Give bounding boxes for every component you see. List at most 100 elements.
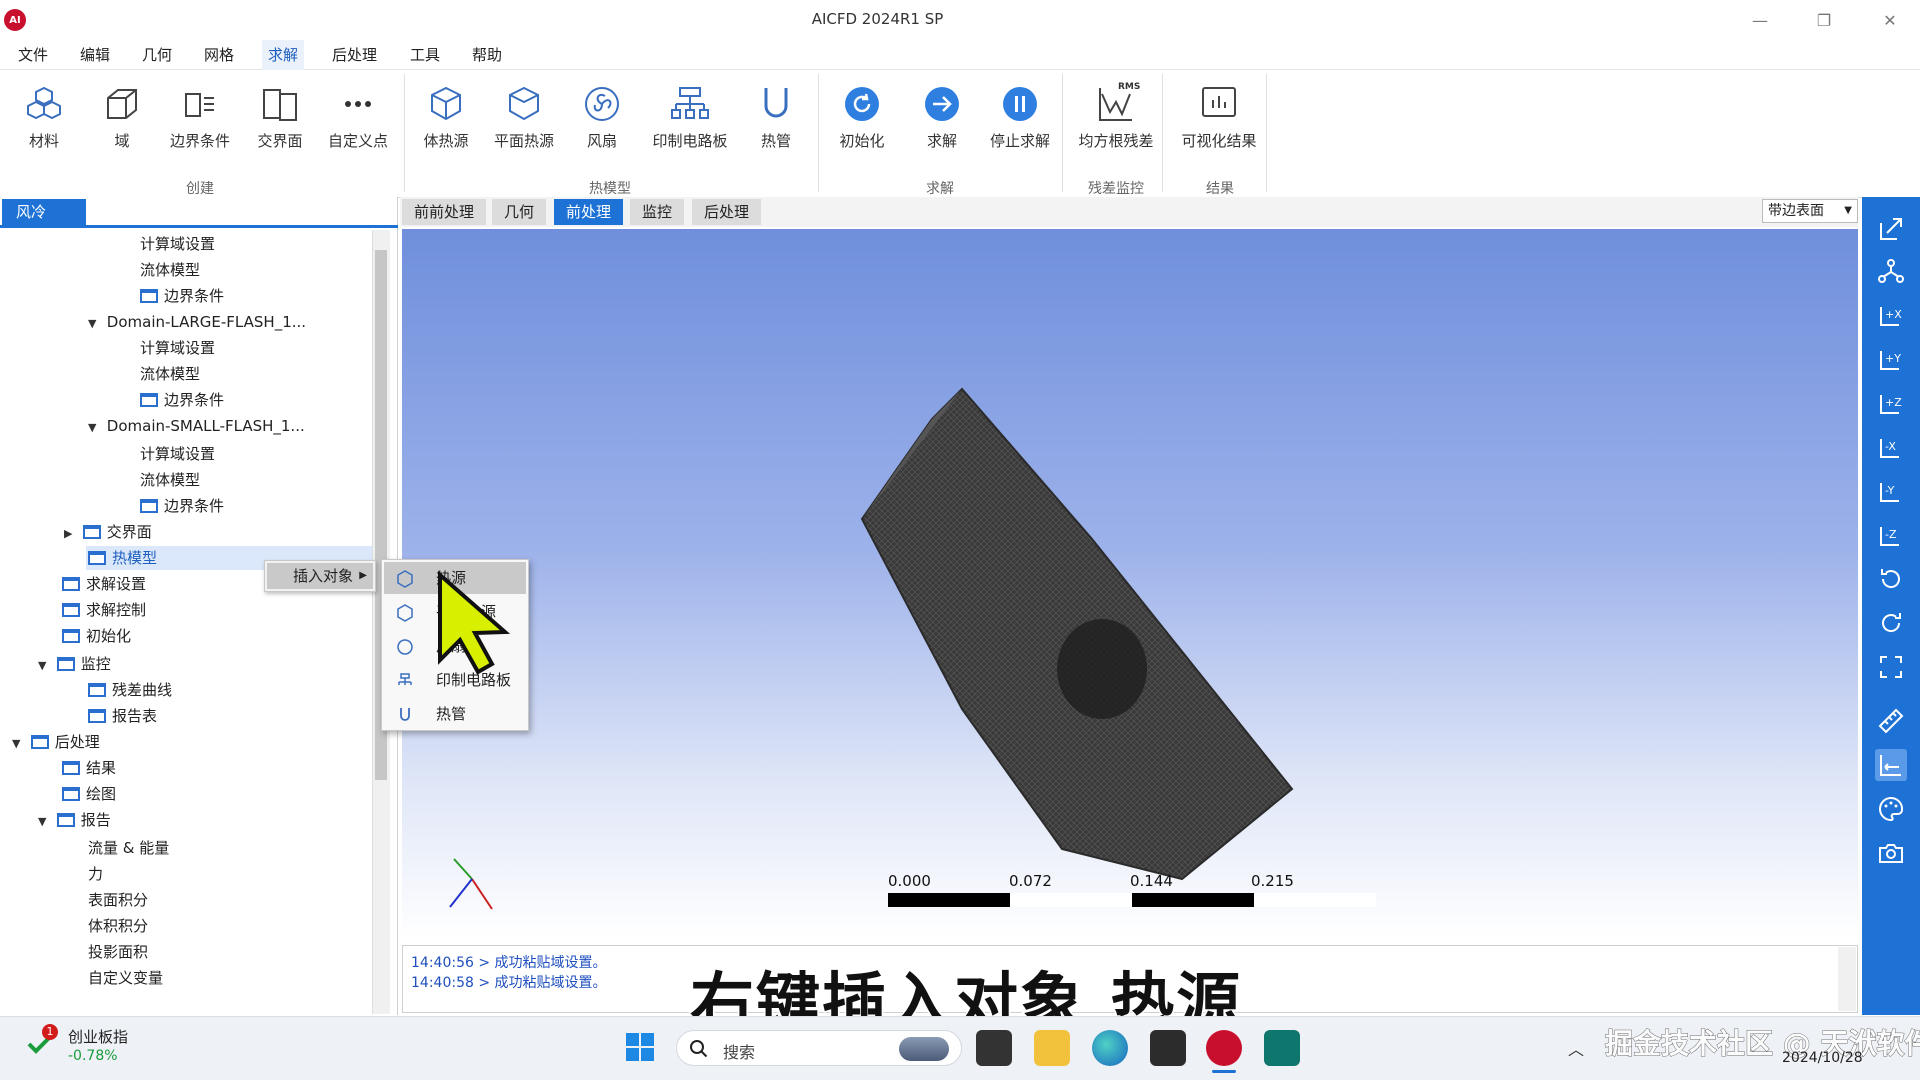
caret-down-icon[interactable]: ▼ xyxy=(38,654,52,678)
menu-tools[interactable]: 工具 xyxy=(404,40,446,70)
tree-item[interactable]: 结果 xyxy=(62,756,116,780)
tree-item-postprocess[interactable]: ▼ 后处理 xyxy=(12,730,100,754)
close-button[interactable]: ✕ xyxy=(1870,6,1910,34)
windows-start-icon[interactable] xyxy=(624,1031,656,1063)
solve-button[interactable]: 求解 xyxy=(904,74,980,164)
tree-item[interactable]: 绘图 xyxy=(62,782,116,806)
tree-item-monitor[interactable]: ▼ 监控 xyxy=(38,652,111,676)
caret-right-icon[interactable]: ▶ xyxy=(64,522,78,546)
menu-geometry[interactable]: 几何 xyxy=(136,40,178,70)
3d-viewport[interactable] xyxy=(402,229,1858,939)
terminal-app-icon[interactable] xyxy=(1264,1030,1300,1066)
restore-button[interactable]: ❐ xyxy=(1804,6,1844,34)
boundary-condition-button[interactable]: 边界条件 xyxy=(162,74,238,164)
ruler-icon[interactable] xyxy=(1875,705,1907,737)
chevron-up-icon[interactable]: ︿ xyxy=(1568,1036,1584,1060)
tree-item[interactable]: 体积积分 xyxy=(88,914,148,938)
fullscreen-icon[interactable] xyxy=(1875,651,1907,683)
cube-icon xyxy=(397,570,413,588)
app-icon[interactable] xyxy=(1150,1030,1186,1066)
tree-item[interactable]: 流体模型 xyxy=(140,468,200,492)
tree-item[interactable]: 流体模型 xyxy=(140,362,200,386)
material-button[interactable]: 材料 xyxy=(6,74,82,164)
view-plus-x-icon[interactable]: +X xyxy=(1875,299,1907,331)
visualize-results-button[interactable]: 可视化结果 xyxy=(1176,74,1262,164)
tree-item[interactable]: 边界条件 xyxy=(140,494,224,518)
menu-postprocess[interactable]: 后处理 xyxy=(326,40,383,70)
menu-solve[interactable]: 求解 xyxy=(262,40,305,70)
tab-air-cooling[interactable]: 风冷 xyxy=(2,199,86,225)
stop-solve-button[interactable]: 停止求解 xyxy=(982,74,1058,164)
tree-item[interactable]: 表面积分 xyxy=(88,888,148,912)
view-minus-x-icon[interactable]: -X xyxy=(1875,431,1907,463)
rms-residual-button[interactable]: RMS 均方根残差 xyxy=(1076,74,1156,164)
tree-item[interactable]: 力 xyxy=(88,862,103,886)
view-plus-y-icon[interactable]: +Y xyxy=(1875,343,1907,375)
node-tree-icon[interactable] xyxy=(1875,255,1907,287)
view-minus-y-icon[interactable]: -Y xyxy=(1875,475,1907,507)
domain-button[interactable]: 域 xyxy=(84,74,160,164)
tree-item[interactable]: 报告表 xyxy=(88,704,157,728)
palette-icon[interactable] xyxy=(1875,793,1907,825)
tree-item[interactable]: 投影面积 xyxy=(88,940,148,964)
file-explorer-icon[interactable] xyxy=(1034,1030,1070,1066)
tree-item[interactable]: 残差曲线 xyxy=(88,678,172,702)
heat-pipe-button[interactable]: 热管 xyxy=(738,74,814,164)
view-minus-z-icon[interactable]: -Z xyxy=(1875,519,1907,551)
tree-item[interactable]: 计算域设置 xyxy=(140,442,215,466)
menu-file[interactable]: 文件 xyxy=(12,40,54,70)
menu-mesh[interactable]: 网格 xyxy=(198,40,240,70)
aicfd-app-icon[interactable] xyxy=(1206,1030,1242,1066)
tree-item[interactable]: 求解控制 xyxy=(62,598,146,622)
tree-item-domain[interactable]: ▼ Domain-SMALL-FLASH_1... xyxy=(88,414,305,438)
edge-browser-icon[interactable] xyxy=(1092,1030,1128,1066)
tree-item[interactable]: 计算域设置 xyxy=(140,232,215,256)
stock-widget-icon[interactable]: 1 xyxy=(26,1024,58,1058)
caret-down-icon[interactable]: ▼ xyxy=(38,810,52,834)
taskbar-search[interactable]: 搜索 xyxy=(676,1030,962,1066)
view-plus-z-icon[interactable]: +Z xyxy=(1875,387,1907,419)
view-toolbar: +X +Y +Z -X -Y -Z xyxy=(1862,197,1920,1015)
rotate-ccw-90-icon[interactable] xyxy=(1875,563,1907,595)
tree-item-domain[interactable]: ▼ Domain-LARGE-FLASH_1... xyxy=(88,310,306,334)
camera-icon[interactable] xyxy=(1875,837,1907,869)
tab-pre-preprocess[interactable]: 前前处理 xyxy=(402,199,488,225)
tab-postprocess[interactable]: 后处理 xyxy=(692,199,763,225)
tree-item[interactable]: 边界条件 xyxy=(140,388,224,412)
volume-heat-source-button[interactable]: 体热源 xyxy=(408,74,484,164)
custom-point-button[interactable]: 自定义点 xyxy=(320,74,396,164)
tree-item-interface[interactable]: ▶ 交界面 xyxy=(64,520,152,544)
tree-item[interactable]: 初始化 xyxy=(62,624,131,648)
tree-item[interactable]: 流体模型 xyxy=(140,258,200,282)
tree-item[interactable]: 求解设置 xyxy=(62,572,146,596)
tab-preprocess[interactable]: 前处理 xyxy=(554,199,625,225)
fan-button[interactable]: 风扇 xyxy=(564,74,640,164)
minimize-button[interactable]: — xyxy=(1740,6,1780,34)
caret-down-icon[interactable]: ▼ xyxy=(88,416,102,440)
tab-geometry[interactable]: 几何 xyxy=(492,199,548,225)
console-scrollbar[interactable] xyxy=(1838,947,1856,1011)
insert-object-menu-item[interactable]: 插入对象 ▶ xyxy=(267,563,373,589)
caret-down-icon[interactable]: ▼ xyxy=(12,732,26,756)
tab-monitor[interactable]: 监控 xyxy=(630,199,686,225)
pcb-icon xyxy=(398,673,412,685)
tree-item[interactable]: 自定义变量 xyxy=(88,966,163,990)
task-view-icon[interactable] xyxy=(976,1030,1012,1066)
interface-button[interactable]: 交界面 xyxy=(242,74,318,164)
planar-heat-source-button[interactable]: 平面热源 xyxy=(486,74,562,164)
rotate-cw-90-icon[interactable] xyxy=(1875,607,1907,639)
menu-help[interactable]: 帮助 xyxy=(466,40,508,70)
menu-edit[interactable]: 编辑 xyxy=(74,40,116,70)
submenu-heat-pipe[interactable]: 热管 xyxy=(384,698,526,730)
tree-item[interactable]: 边界条件 xyxy=(140,284,224,308)
tree-item[interactable]: 流量 & 能量 xyxy=(88,836,169,860)
tree-item[interactable]: 计算域设置 xyxy=(140,336,215,360)
tree-item-report[interactable]: ▼ 报告 xyxy=(38,808,111,832)
initialize-button[interactable]: 初始化 xyxy=(824,74,900,164)
pcb-button[interactable]: 印制电路板 xyxy=(652,74,728,164)
caret-down-icon[interactable]: ▼ xyxy=(88,312,102,336)
folder-icon xyxy=(62,603,80,617)
measure-axis-icon[interactable] xyxy=(1875,749,1907,781)
display-mode-select[interactable]: 带边表面 ▼ xyxy=(1762,199,1858,223)
fit-view-icon[interactable] xyxy=(1875,213,1907,245)
